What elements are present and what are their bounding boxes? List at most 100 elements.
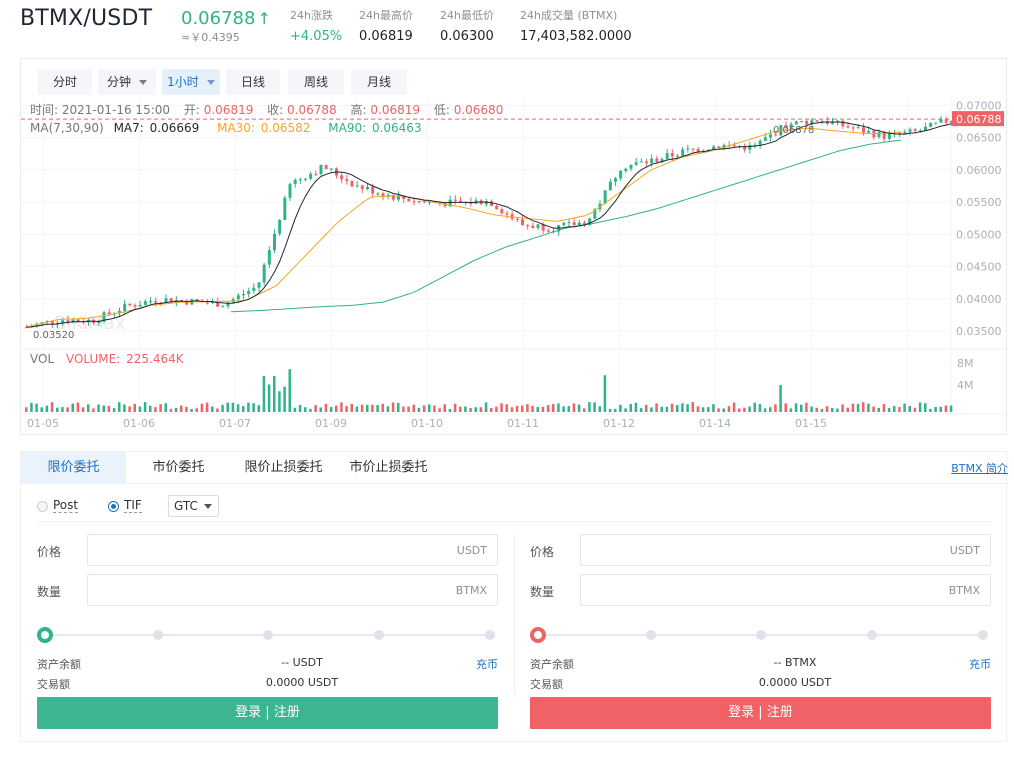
candle-body bbox=[841, 120, 845, 127]
volume-bar bbox=[231, 402, 235, 412]
buy-percent-slider[interactable] bbox=[37, 627, 498, 643]
tf-minute[interactable]: 分钟 bbox=[98, 69, 156, 95]
volume-bar bbox=[464, 406, 467, 412]
sell-price-input[interactable] bbox=[581, 535, 990, 565]
volume-bar bbox=[107, 405, 111, 412]
volume-bar bbox=[479, 407, 483, 412]
volume-bar bbox=[216, 408, 219, 412]
post-label[interactable]: Post bbox=[53, 498, 79, 513]
volume-bar bbox=[391, 402, 395, 412]
volume-bar bbox=[536, 407, 539, 412]
candle-body bbox=[500, 209, 504, 214]
tif-label[interactable]: TIF bbox=[124, 498, 142, 513]
market-header: BTMX/USDT 0.06788 ↑ ≈￥0.4395 24h涨跌 +4.05%… bbox=[0, 0, 1014, 50]
tab-limit-order[interactable]: 限价委托 bbox=[21, 452, 126, 484]
chevron-down-icon bbox=[204, 504, 212, 509]
slider-step-50[interactable] bbox=[263, 630, 273, 640]
candle-body bbox=[634, 162, 638, 165]
divider bbox=[37, 521, 990, 522]
volume-bar bbox=[262, 375, 266, 412]
slider-step-25[interactable] bbox=[646, 630, 656, 640]
current-price-tag-text: 0.06788 bbox=[956, 113, 1002, 126]
buy-qty-input[interactable] bbox=[88, 575, 497, 605]
kline-chart[interactable]: BiKiMax 时间: 2021-01-16 15:00 开: 0.06819 … bbox=[21, 59, 1006, 434]
volume-bar bbox=[629, 404, 632, 412]
sell-price-field[interactable]: USDT bbox=[580, 534, 991, 566]
candle-body bbox=[944, 119, 948, 123]
tif-select[interactable]: GTC bbox=[168, 495, 219, 517]
volume-bar bbox=[872, 406, 875, 412]
slider-step-100[interactable] bbox=[485, 630, 495, 640]
tif-radio[interactable] bbox=[108, 501, 119, 512]
buy-price-field[interactable]: USDT bbox=[87, 534, 498, 566]
candle-body bbox=[505, 213, 509, 215]
candle-body bbox=[908, 129, 912, 132]
volume-bar bbox=[670, 403, 674, 412]
slider-step-25[interactable] bbox=[153, 630, 163, 640]
volume-bar bbox=[25, 407, 28, 412]
stat-24h-change: 24h涨跌 +4.05% bbox=[290, 9, 343, 44]
buy-deposit-link[interactable]: 充币 bbox=[476, 656, 498, 672]
price-tick: 0.03500 bbox=[956, 325, 1002, 338]
post-radio[interactable] bbox=[37, 501, 48, 512]
volume-bar bbox=[660, 406, 663, 412]
tab-stop-market-order[interactable]: 市价止损委托 bbox=[336, 452, 441, 484]
volume-bar bbox=[169, 408, 173, 412]
slider-step-100[interactable] bbox=[978, 630, 988, 640]
coin-intro-link[interactable]: BTMX 简介 bbox=[951, 460, 1008, 476]
volume-bar bbox=[877, 407, 880, 412]
candle-body bbox=[696, 148, 700, 152]
buy-price-input[interactable] bbox=[88, 535, 497, 565]
volume-bar bbox=[588, 402, 591, 412]
buy-qty-field[interactable]: BTMX bbox=[87, 574, 498, 606]
sell-login-register-button[interactable]: 登录 | 注册 bbox=[530, 697, 991, 729]
tf-daily[interactable]: 日线 bbox=[226, 69, 280, 95]
kline-chart-panel[interactable]: BiKiMax 时间: 2021-01-16 15:00 开: 0.06819 … bbox=[20, 58, 1007, 435]
sell-deposit-link[interactable]: 充币 bbox=[969, 656, 991, 672]
volume-bar bbox=[727, 406, 731, 412]
slider-handle[interactable] bbox=[530, 627, 546, 643]
slider-handle[interactable] bbox=[37, 627, 53, 643]
stat-24h-volume: 24h成交量 (BTMX) 17,403,582.0000 bbox=[520, 9, 632, 44]
sell-amount-row: 交易额 0.0000 USDT bbox=[530, 676, 832, 691]
volume-bar bbox=[366, 404, 369, 412]
volume-bar bbox=[500, 403, 503, 412]
sell-qty-input[interactable] bbox=[581, 575, 990, 605]
buy-login-register-button[interactable]: 登录 | 注册 bbox=[37, 697, 498, 729]
volume-bar bbox=[288, 369, 291, 412]
candle-body bbox=[319, 164, 323, 174]
volume-bar bbox=[298, 405, 302, 412]
volume-bar bbox=[577, 404, 581, 412]
candle-body bbox=[314, 173, 318, 175]
sell-percent-slider[interactable] bbox=[530, 627, 991, 643]
tf-weekly[interactable]: 周线 bbox=[288, 69, 344, 95]
tab-market-order[interactable]: 市价委托 bbox=[126, 452, 231, 484]
volume-bar bbox=[918, 402, 922, 412]
volume-bar bbox=[45, 405, 49, 412]
slider-step-75[interactable] bbox=[374, 630, 384, 640]
candle-body bbox=[877, 131, 881, 138]
candle-body bbox=[691, 148, 695, 150]
candle-body bbox=[283, 197, 287, 220]
date-tick: 01-14 bbox=[699, 417, 731, 430]
tf-monthly[interactable]: 月线 bbox=[351, 69, 407, 95]
order-panel: 限价委托 市价委托 限价止损委托 市价止损委托 BTMX 简介 Post TIF… bbox=[20, 451, 1008, 742]
slider-step-50[interactable] bbox=[756, 630, 766, 640]
volume-bar bbox=[676, 405, 679, 412]
tab-stop-limit-order[interactable]: 限价止损委托 bbox=[231, 452, 336, 484]
slider-step-75[interactable] bbox=[867, 630, 877, 640]
sell-qty-field[interactable]: BTMX bbox=[580, 574, 991, 606]
volume-bar bbox=[805, 402, 808, 412]
volume-bar bbox=[448, 408, 452, 412]
tf-1hour[interactable]: 1小时 bbox=[162, 69, 220, 95]
volume-bar bbox=[195, 408, 198, 412]
candle-body bbox=[340, 175, 344, 180]
volume-bar bbox=[40, 407, 43, 412]
volume-bar bbox=[743, 407, 746, 412]
tf-timeline[interactable]: 分时 bbox=[38, 69, 92, 95]
pair-title: BTMX/USDT bbox=[20, 6, 153, 31]
buy-price-unit: USDT bbox=[456, 544, 487, 557]
candle-body bbox=[123, 303, 127, 311]
volume-bar bbox=[546, 405, 550, 412]
volume-bar bbox=[779, 385, 782, 412]
